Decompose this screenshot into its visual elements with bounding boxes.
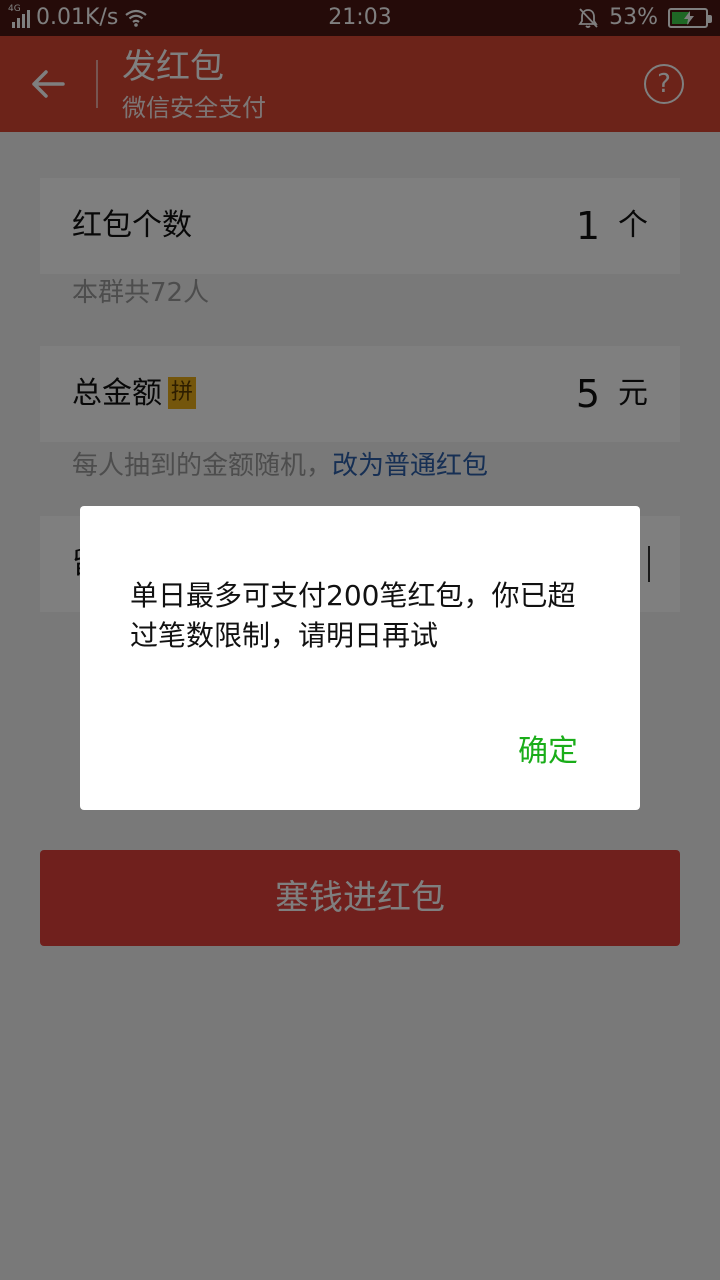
dialog-message: 单日最多可支付200笔红包，你已超过笔数限制，请明日再试 bbox=[130, 579, 576, 652]
confirm-button[interactable]: 确定 bbox=[518, 730, 578, 774]
limit-alert-dialog: 单日最多可支付200笔红包，你已超过笔数限制，请明日再试 确定 bbox=[80, 506, 640, 810]
